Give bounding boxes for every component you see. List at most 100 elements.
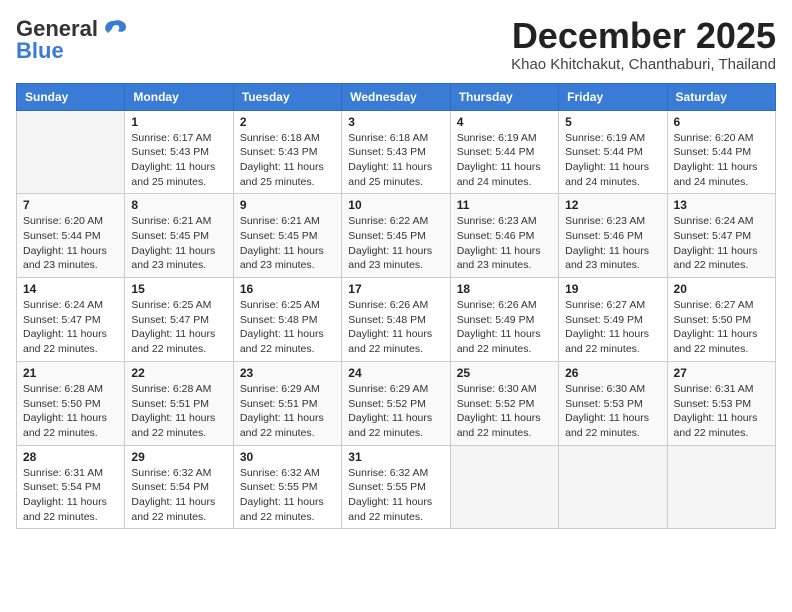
cell-info: Sunrise: 6:31 AM Sunset: 5:53 PM Dayligh… (674, 382, 769, 441)
weekday-header-cell: Wednesday (342, 83, 450, 110)
cell-info: Sunrise: 6:25 AM Sunset: 5:47 PM Dayligh… (131, 298, 226, 357)
cell-day-number: 11 (457, 198, 552, 212)
cell-day-number: 9 (240, 198, 335, 212)
calendar-cell: 31 Sunrise: 6:32 AM Sunset: 5:55 PM Dayli… (342, 445, 450, 529)
cell-day-number: 12 (565, 198, 660, 212)
calendar-cell: 11 Sunrise: 6:23 AM Sunset: 5:46 PM Dayli… (450, 194, 558, 278)
cell-day-number: 19 (565, 282, 660, 296)
calendar-week-row: 28 Sunrise: 6:31 AM Sunset: 5:54 PM Dayli… (17, 445, 776, 529)
calendar-cell (559, 445, 667, 529)
calendar-cell: 27 Sunrise: 6:31 AM Sunset: 5:53 PM Dayli… (667, 361, 775, 445)
cell-info: Sunrise: 6:23 AM Sunset: 5:46 PM Dayligh… (565, 214, 660, 273)
calendar-cell: 13 Sunrise: 6:24 AM Sunset: 5:47 PM Dayli… (667, 194, 775, 278)
calendar-cell: 21 Sunrise: 6:28 AM Sunset: 5:50 PM Dayli… (17, 361, 125, 445)
title-area: December 2025 Khao Khitchakut, Chanthabu… (511, 16, 776, 73)
cell-info: Sunrise: 6:27 AM Sunset: 5:49 PM Dayligh… (565, 298, 660, 357)
calendar-cell: 20 Sunrise: 6:27 AM Sunset: 5:50 PM Dayli… (667, 278, 775, 362)
cell-day-number: 4 (457, 115, 552, 129)
cell-info: Sunrise: 6:24 AM Sunset: 5:47 PM Dayligh… (674, 214, 769, 273)
weekday-header-cell: Monday (125, 83, 233, 110)
calendar-week-row: 14Sunrise: 6:24 AM Sunset: 5:47 PM Dayli… (17, 278, 776, 362)
calendar-cell: 28 Sunrise: 6:31 AM Sunset: 5:54 PM Dayli… (17, 445, 125, 529)
calendar-cell: 30 Sunrise: 6:32 AM Sunset: 5:55 PM Dayli… (233, 445, 341, 529)
logo: General Blue (16, 16, 128, 64)
calendar-cell: 24 Sunrise: 6:29 AM Sunset: 5:52 PM Dayli… (342, 361, 450, 445)
calendar-cell: 6Sunrise: 6:20 AM Sunset: 5:44 PM Daylig… (667, 110, 775, 194)
cell-day-number: 23 (240, 366, 335, 380)
cell-info: Sunrise: 6:32 AM Sunset: 5:55 PM Dayligh… (240, 466, 335, 525)
cell-info: Sunrise: 6:21 AM Sunset: 5:45 PM Dayligh… (240, 214, 335, 273)
calendar-cell: 29 Sunrise: 6:32 AM Sunset: 5:54 PM Dayli… (125, 445, 233, 529)
weekday-header-cell: Saturday (667, 83, 775, 110)
cell-day-number: 28 (23, 450, 118, 464)
weekday-header-cell: Tuesday (233, 83, 341, 110)
cell-day-number: 16 (240, 282, 335, 296)
cell-info: Sunrise: 6:28 AM Sunset: 5:50 PM Dayligh… (23, 382, 118, 441)
cell-day-number: 27 (674, 366, 769, 380)
cell-day-number: 15 (131, 282, 226, 296)
cell-day-number: 25 (457, 366, 552, 380)
cell-info: Sunrise: 6:25 AM Sunset: 5:48 PM Dayligh… (240, 298, 335, 357)
calendar-week-row: 1 Sunrise: 6:17 AM Sunset: 5:43 PM Daylig… (17, 110, 776, 194)
cell-day-number: 18 (457, 282, 552, 296)
cell-day-number: 29 (131, 450, 226, 464)
calendar-cell: 19 Sunrise: 6:27 AM Sunset: 5:49 PM Dayli… (559, 278, 667, 362)
calendar-cell: 18Sunrise: 6:26 AM Sunset: 5:49 PM Dayli… (450, 278, 558, 362)
cell-day-number: 13 (674, 198, 769, 212)
calendar-cell: 25 Sunrise: 6:30 AM Sunset: 5:52 PM Dayli… (450, 361, 558, 445)
calendar-cell: 10Sunrise: 6:22 AM Sunset: 5:45 PM Dayli… (342, 194, 450, 278)
calendar-week-row: 21 Sunrise: 6:28 AM Sunset: 5:50 PM Dayli… (17, 361, 776, 445)
cell-info: Sunrise: 6:21 AM Sunset: 5:45 PM Dayligh… (131, 214, 226, 273)
cell-info: Sunrise: 6:28 AM Sunset: 5:51 PM Dayligh… (131, 382, 226, 441)
calendar-cell (450, 445, 558, 529)
cell-day-number: 3 (348, 115, 443, 129)
calendar-cell (17, 110, 125, 194)
cell-info: Sunrise: 6:32 AM Sunset: 5:55 PM Dayligh… (348, 466, 443, 525)
cell-info: Sunrise: 6:19 AM Sunset: 5:44 PM Dayligh… (457, 131, 552, 190)
cell-day-number: 20 (674, 282, 769, 296)
cell-info: Sunrise: 6:23 AM Sunset: 5:46 PM Dayligh… (457, 214, 552, 273)
calendar-cell: 17 Sunrise: 6:26 AM Sunset: 5:48 PM Dayli… (342, 278, 450, 362)
cell-day-number: 17 (348, 282, 443, 296)
calendar-cell: 26Sunrise: 6:30 AM Sunset: 5:53 PM Dayli… (559, 361, 667, 445)
cell-day-number: 10 (348, 198, 443, 212)
calendar-cell: 22Sunrise: 6:28 AM Sunset: 5:51 PM Dayli… (125, 361, 233, 445)
weekday-header-cell: Sunday (17, 83, 125, 110)
cell-info: Sunrise: 6:31 AM Sunset: 5:54 PM Dayligh… (23, 466, 118, 525)
cell-info: Sunrise: 6:17 AM Sunset: 5:43 PM Dayligh… (131, 131, 226, 190)
cell-day-number: 31 (348, 450, 443, 464)
cell-day-number: 30 (240, 450, 335, 464)
calendar-cell: 14Sunrise: 6:24 AM Sunset: 5:47 PM Dayli… (17, 278, 125, 362)
location-title: Khao Khitchakut, Chanthaburi, Thailand (511, 56, 776, 73)
weekday-header-cell: Thursday (450, 83, 558, 110)
calendar-cell: 9 Sunrise: 6:21 AM Sunset: 5:45 PM Daylig… (233, 194, 341, 278)
cell-day-number: 1 (131, 115, 226, 129)
cell-info: Sunrise: 6:30 AM Sunset: 5:53 PM Dayligh… (565, 382, 660, 441)
calendar-week-row: 7 Sunrise: 6:20 AM Sunset: 5:44 PM Daylig… (17, 194, 776, 278)
cell-info: Sunrise: 6:27 AM Sunset: 5:50 PM Dayligh… (674, 298, 769, 357)
cell-day-number: 14 (23, 282, 118, 296)
month-title: December 2025 (511, 16, 776, 56)
calendar-cell: 2Sunrise: 6:18 AM Sunset: 5:43 PM Daylig… (233, 110, 341, 194)
cell-info: Sunrise: 6:20 AM Sunset: 5:44 PM Dayligh… (23, 214, 118, 273)
cell-info: Sunrise: 6:30 AM Sunset: 5:52 PM Dayligh… (457, 382, 552, 441)
calendar-cell: 15 Sunrise: 6:25 AM Sunset: 5:47 PM Dayli… (125, 278, 233, 362)
header: General Blue December 2025 Khao Khitchak… (16, 16, 776, 73)
calendar-table: SundayMondayTuesdayWednesdayThursdayFrid… (16, 83, 776, 530)
calendar-cell: 12 Sunrise: 6:23 AM Sunset: 5:46 PM Dayli… (559, 194, 667, 278)
cell-info: Sunrise: 6:20 AM Sunset: 5:44 PM Dayligh… (674, 131, 769, 190)
calendar-cell (667, 445, 775, 529)
calendar-cell: 5Sunrise: 6:19 AM Sunset: 5:44 PM Daylig… (559, 110, 667, 194)
weekday-header-cell: Friday (559, 83, 667, 110)
cell-info: Sunrise: 6:29 AM Sunset: 5:52 PM Dayligh… (348, 382, 443, 441)
weekday-header-row: SundayMondayTuesdayWednesdayThursdayFrid… (17, 83, 776, 110)
cell-day-number: 7 (23, 198, 118, 212)
cell-info: Sunrise: 6:32 AM Sunset: 5:54 PM Dayligh… (131, 466, 226, 525)
calendar-body: 1 Sunrise: 6:17 AM Sunset: 5:43 PM Daylig… (17, 110, 776, 529)
calendar-cell: 8Sunrise: 6:21 AM Sunset: 5:45 PM Daylig… (125, 194, 233, 278)
calendar-cell: 16 Sunrise: 6:25 AM Sunset: 5:48 PM Dayli… (233, 278, 341, 362)
cell-info: Sunrise: 6:26 AM Sunset: 5:48 PM Dayligh… (348, 298, 443, 357)
cell-day-number: 24 (348, 366, 443, 380)
cell-day-number: 5 (565, 115, 660, 129)
cell-day-number: 21 (23, 366, 118, 380)
